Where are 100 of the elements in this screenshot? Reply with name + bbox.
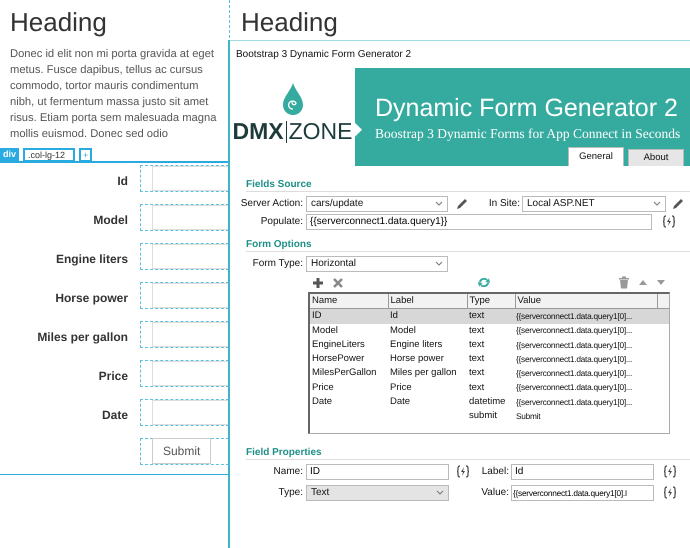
form-label: Id [116, 172, 129, 190]
column-header[interactable]: Type [467, 294, 515, 309]
section-heading: Form Options [246, 238, 690, 252]
up-arrow-icon[interactable] [638, 279, 648, 286]
page-heading: Heading [241, 8, 339, 37]
table-cell: Engine liters [390, 338, 442, 350]
chevron-down-icon [435, 261, 443, 266]
table-cell: HorsePower [312, 353, 364, 364]
form-label: Engine liters [54, 250, 129, 268]
chevron-down-icon [436, 490, 444, 495]
table-cell: Date [390, 396, 410, 407]
table-cell: Model [390, 324, 416, 336]
form-label: Miles per gallon [36, 328, 129, 346]
table-cell: {{serverconnect1.data.query1[0]... [516, 382, 632, 392]
table-cell: text [469, 338, 484, 350]
table-row[interactable]: Price Price text {{serverconnect1.data.query1[0]... [310, 380, 669, 395]
drop-logo-icon [282, 82, 304, 116]
bind-icon[interactable] [663, 465, 677, 478]
bind-icon[interactable] [456, 465, 470, 478]
banner-title: Dynamic Form Generator 2 [375, 96, 679, 121]
page-heading: Heading [10, 8, 108, 37]
form-label: Horse power [54, 290, 129, 307]
logo-text: DMX [232, 120, 284, 143]
table-row[interactable]: Date Date datetime {{serverconnect1.data.query1[0]... [310, 394, 669, 409]
column-header[interactable]: Value [515, 294, 657, 309]
table-row[interactable]: HorsePower Horse power text {{serverconnect1.data.query1[0]... [310, 352, 669, 366]
table-cell: text [469, 353, 484, 364]
dropdown-value: cars/update [311, 197, 364, 211]
table-cell: {{serverconnect1.data.query1[0]... [516, 396, 632, 407]
field-label: Populate: [260, 215, 304, 229]
submit-button[interactable]: Submit [152, 438, 212, 464]
form-label: Date [100, 406, 129, 424]
banner-subtitle: Boostrap 3 Dynamic Forms for App Connect in Seconds [375, 125, 682, 143]
table-cell: text [469, 310, 484, 322]
table-cell: datetime [469, 396, 506, 407]
chevron-down-icon [435, 201, 443, 206]
section-heading: Fields Source [246, 178, 690, 192]
input-field[interactable]: {{serverconnect1.data.query1[0].I [511, 484, 654, 500]
column-header[interactable]: Name [310, 294, 388, 309]
table-cell: submit [469, 410, 497, 421]
field-label: Label: [480, 465, 510, 479]
table-cell: text [469, 367, 484, 378]
table-cell: {{serverconnect1.data.query1[0]... [516, 354, 632, 364]
pencil-icon[interactable] [456, 198, 468, 210]
column-header[interactable]: Label [388, 294, 467, 309]
table-cell: Model [312, 324, 338, 336]
table-cell: {{serverconnect1.data.query1[0]... [516, 368, 632, 378]
column-header [657, 294, 669, 309]
bind-icon[interactable] [662, 215, 676, 228]
form-label: Price [98, 368, 129, 385]
table-cell: Price [312, 382, 334, 392]
table-cell: text [469, 382, 484, 392]
table-cell: Horse power [390, 353, 444, 364]
dropdown-value: Text [311, 486, 330, 500]
element-tag: div [0, 148, 20, 161]
table-cell: EngineLiters [312, 338, 365, 350]
dropdown[interactable]: Horizontal [306, 256, 448, 272]
dropdown-value: Horizontal [311, 257, 356, 271]
table-row[interactable]: EngineLiters Engine liters text {{serverconnect1.data.query1[0]... [310, 338, 669, 352]
table-cell: Miles per gallon [390, 367, 457, 378]
table-cell: Date [312, 396, 332, 407]
table-cell: Price [390, 382, 412, 392]
dropdown[interactable]: Local ASP.NET [522, 196, 666, 212]
field-label: Name: [272, 465, 304, 479]
table-row[interactable]: ID Id text {{serverconnect1.data.query1[0]... [310, 308, 669, 324]
table-row[interactable]: MilesPerGallon Miles per gallon text {{serverconnect1.data.query1[0]... [310, 366, 669, 380]
table-cell: {{serverconnect1.data.query1[0]... [516, 311, 632, 322]
table-cell: Submit [516, 410, 540, 421]
field-label: Type: [278, 486, 304, 500]
down-arrow-icon[interactable] [656, 279, 666, 286]
field-label: Form Type: [252, 257, 304, 271]
add-icon[interactable] [312, 276, 324, 288]
section-heading: Field Properties [246, 446, 690, 460]
table-cell: Id [390, 310, 398, 322]
table-cell: {{serverconnect1.data.query1[0]... [516, 340, 632, 350]
bind-icon[interactable] [663, 486, 677, 499]
chevron-down-icon [653, 201, 661, 206]
refresh-icon[interactable] [477, 276, 491, 289]
logo-text: ZONE [288, 120, 352, 143]
table-row[interactable]: Model Model text {{serverconnect1.data.query1[0]... [310, 324, 669, 338]
body-paragraph: Donec id elit non mi porta gravida at eget metus. Fusce dapibus, tellus ac cursus commodo, tortor mauris condimentum nibh, ut fermentum massa justo sit amet risus. Etiam porta sem malesuada magna mollis euismod. Donec sed odio [10, 46, 218, 142]
table-cell: {{serverconnect1.data.query1[0]... [516, 325, 632, 336]
dropdown-value: Local ASP.NET [527, 197, 595, 211]
field-label: Server Action: [240, 197, 304, 211]
dropdown[interactable]: cars/update [306, 196, 448, 212]
field-label: Value: [480, 486, 510, 500]
close-icon[interactable] [332, 276, 344, 288]
input-field[interactable]: {{serverconnect1.data.query1}} [306, 214, 652, 230]
tab[interactable]: General [568, 147, 624, 166]
pencil-icon[interactable] [672, 198, 684, 210]
input-field[interactable]: Id [511, 464, 654, 480]
tab[interactable]: About [628, 149, 684, 166]
table-row[interactable]: submit Submit [310, 409, 669, 424]
class-field[interactable]: .col-lg-12 [23, 148, 76, 162]
table-cell: MilesPerGallon [312, 367, 376, 378]
table-cell: ID [312, 310, 322, 322]
input-field[interactable]: ID [306, 464, 449, 480]
table-cell: text [469, 324, 484, 336]
trash-icon[interactable] [618, 276, 630, 289]
form-label: Model [92, 212, 129, 229]
